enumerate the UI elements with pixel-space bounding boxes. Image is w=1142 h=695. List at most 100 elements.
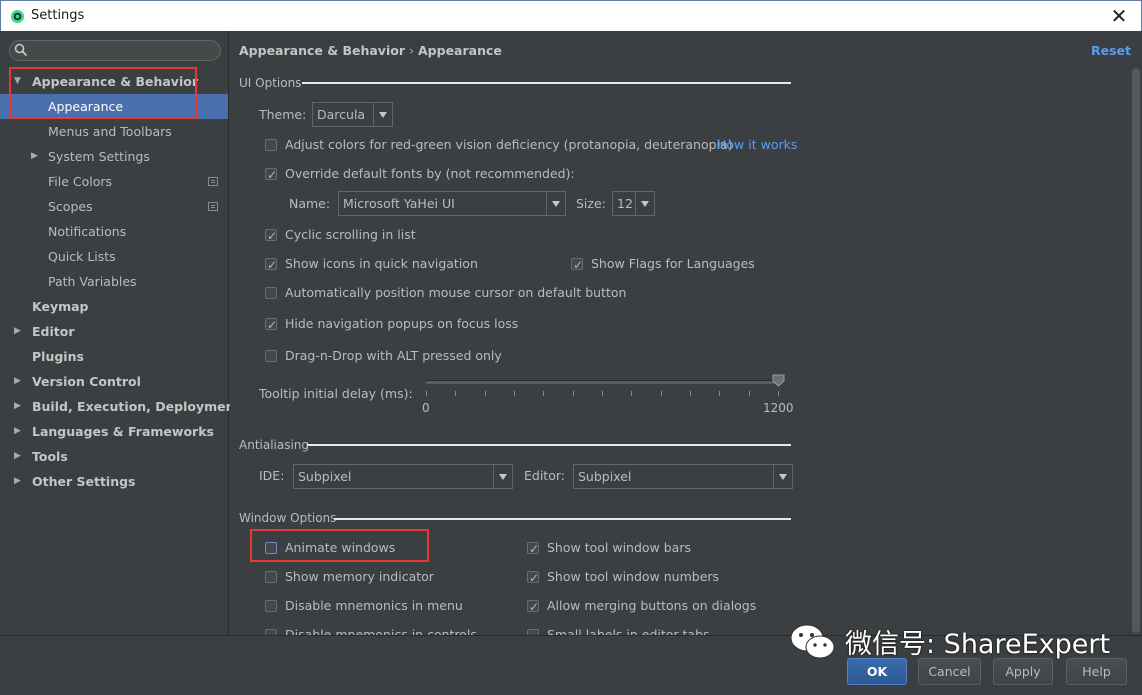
checkbox-box: ✓ <box>265 258 277 272</box>
ide-antialiasing-value: Subpixel <box>298 469 352 484</box>
sidebar-item-languages-frameworks[interactable]: ▶ Languages & Frameworks <box>0 419 228 444</box>
sidebar-item-file-colors[interactable]: File Colors <box>0 169 228 194</box>
ide-antialiasing-select[interactable]: Subpixel <box>293 464 513 489</box>
sidebar-item-quick-lists[interactable]: Quick Lists <box>0 244 228 269</box>
sidebar-item-build-execution-deployment[interactable]: ▶ Build, Execution, Deployment <box>0 394 240 419</box>
sidebar-item-label: Quick Lists <box>48 249 116 264</box>
sidebar-item-label: Editor <box>32 324 75 339</box>
sidebar-item-scopes[interactable]: Scopes <box>0 194 228 219</box>
checkbox-label: Drag-n-Drop with ALT pressed only <box>285 348 502 363</box>
checkbox-label: Show tool window numbers <box>547 569 720 584</box>
chevron-down-icon <box>641 201 649 207</box>
reset-link[interactable]: Reset <box>1091 43 1131 58</box>
sidebar-item-menus-toolbars[interactable]: Menus and Toolbars <box>0 119 228 144</box>
tooltip-delay-slider[interactable] <box>426 380 778 384</box>
tooltip-delay-label: Tooltip initial delay (ms): <box>259 386 413 401</box>
sidebar-item-label: File Colors <box>48 174 113 189</box>
window-title: Settings <box>31 8 85 23</box>
sidebar-item-label: Appearance & Behavior <box>32 74 198 89</box>
slider-tick <box>748 391 750 396</box>
font-name-value: Microsoft YaHei UI <box>343 196 455 211</box>
slider-tick <box>426 391 427 396</box>
slider-thumb[interactable] <box>772 374 785 387</box>
breadcrumb-parent: Appearance & Behavior <box>239 43 405 58</box>
ide-label: IDE: <box>259 468 285 483</box>
checkbox-label: Show icons in quick navigation <box>285 256 478 271</box>
theme-value: Darcula <box>317 107 366 122</box>
sidebar-item-appearance-behavior[interactable]: ▼ Appearance & Behavior <box>0 69 228 94</box>
checkbox-box: ✓ <box>571 258 583 272</box>
breadcrumb-current: Appearance <box>418 43 502 58</box>
checkbox-box <box>265 287 277 299</box>
section-title-ui-options: UI Options <box>239 76 302 90</box>
scrollbar-thumb[interactable] <box>1132 68 1140 633</box>
editor-antialiasing-select[interactable]: Subpixel <box>573 464 793 489</box>
checkbox-label: Allow merging buttons on dialogs <box>547 598 757 613</box>
checkbox-box: ✓ <box>527 542 539 556</box>
checkbox-box: ✓ <box>265 318 277 332</box>
sidebar-item-system-settings[interactable]: ▶ System Settings <box>0 144 228 169</box>
project-scope-icon <box>208 202 218 211</box>
sidebar-item-notifications[interactable]: Notifications <box>0 219 228 244</box>
checkbox-box: ✓ <box>265 168 277 182</box>
project-scope-icon <box>208 177 218 186</box>
sidebar-item-label: Notifications <box>48 224 127 239</box>
font-name-label: Name: <box>289 196 331 211</box>
settings-sidebar: ▼ Appearance & Behavior Appearance Menus… <box>0 31 240 635</box>
check-icon: ✓ <box>267 318 278 332</box>
watermark-text: 微信号: ShareExpert <box>845 629 1111 660</box>
sidebar-item-label: Build, Execution, Deployment <box>32 399 241 414</box>
slider-tick <box>631 391 633 396</box>
settings-content: Appearance & Behavior › Appearance Reset U… <box>230 31 1142 635</box>
sidebar-item-label: Languages & Frameworks <box>32 424 214 439</box>
slider-min-label: 0 <box>422 401 430 415</box>
slider-max-label: 1200 <box>763 401 794 415</box>
chevron-down-icon <box>379 112 387 118</box>
sidebar-item-label: Tools <box>32 449 68 464</box>
check-icon: ✓ <box>267 168 278 182</box>
sidebar-item-editor[interactable]: ▶ Editor <box>0 319 228 344</box>
sidebar-item-label: Version Control <box>32 374 141 389</box>
checkbox-label: Adjust colors for red-green vision defic… <box>285 137 733 152</box>
chevron-right-icon: ▶ <box>14 426 21 436</box>
sidebar-item-tools[interactable]: ▶ Tools <box>0 444 228 469</box>
chevron-down-icon <box>779 474 787 480</box>
sidebar-item-label: Path Variables <box>48 274 137 289</box>
sidebar-item-label: Other Settings <box>32 474 136 489</box>
sidebar-item-path-variables[interactable]: Path Variables <box>0 269 228 294</box>
section-title-window-options: Window Options <box>239 511 337 525</box>
sidebar-item-label: Menus and Toolbars <box>48 124 172 139</box>
editor-antialiasing-value: Subpixel <box>578 469 632 484</box>
font-size-select[interactable]: 12 <box>612 191 655 216</box>
theme-label: Theme: <box>259 107 307 122</box>
check-icon: ✓ <box>267 258 278 272</box>
editor-label: Editor: <box>524 468 565 483</box>
checkbox-label: Show tool window bars <box>547 540 691 555</box>
search-input[interactable] <box>9 40 221 61</box>
section-divider <box>302 82 791 84</box>
sidebar-item-appearance[interactable]: Appearance <box>0 94 228 119</box>
sidebar-item-other-settings[interactable]: ▶ Other Settings <box>0 469 228 494</box>
sidebar-item-version-control[interactable]: ▶ Version Control <box>0 369 228 394</box>
checkbox-label: Automatically position mouse cursor on d… <box>285 285 627 300</box>
chevron-right-icon: ▶ <box>14 376 21 386</box>
how-it-works-link[interactable]: How it works <box>717 135 797 155</box>
close-icon[interactable]: ✕ <box>1107 4 1131 28</box>
checkbox-box <box>265 350 277 362</box>
sidebar-item-plugins[interactable]: Plugins <box>0 344 228 369</box>
slider-tick <box>602 391 603 396</box>
chevron-down-icon: ▼ <box>14 76 21 86</box>
section-title-antialiasing: Antialiasing <box>239 438 310 452</box>
theme-select[interactable]: Darcula <box>312 102 393 127</box>
section-divider <box>334 518 791 520</box>
section-divider <box>307 444 791 446</box>
chevron-down-icon <box>552 201 560 207</box>
sidebar-item-keymap[interactable]: Keymap <box>0 294 228 319</box>
sidebar-item-label: Scopes <box>48 199 93 214</box>
search-icon <box>14 43 28 57</box>
android-studio-icon <box>10 9 25 24</box>
check-icon: ✓ <box>573 258 584 272</box>
checkbox-label: Override default fonts by (not recommend… <box>285 166 575 181</box>
font-name-select[interactable]: Microsoft YaHei UI <box>338 191 566 216</box>
check-icon: ✓ <box>529 542 540 556</box>
